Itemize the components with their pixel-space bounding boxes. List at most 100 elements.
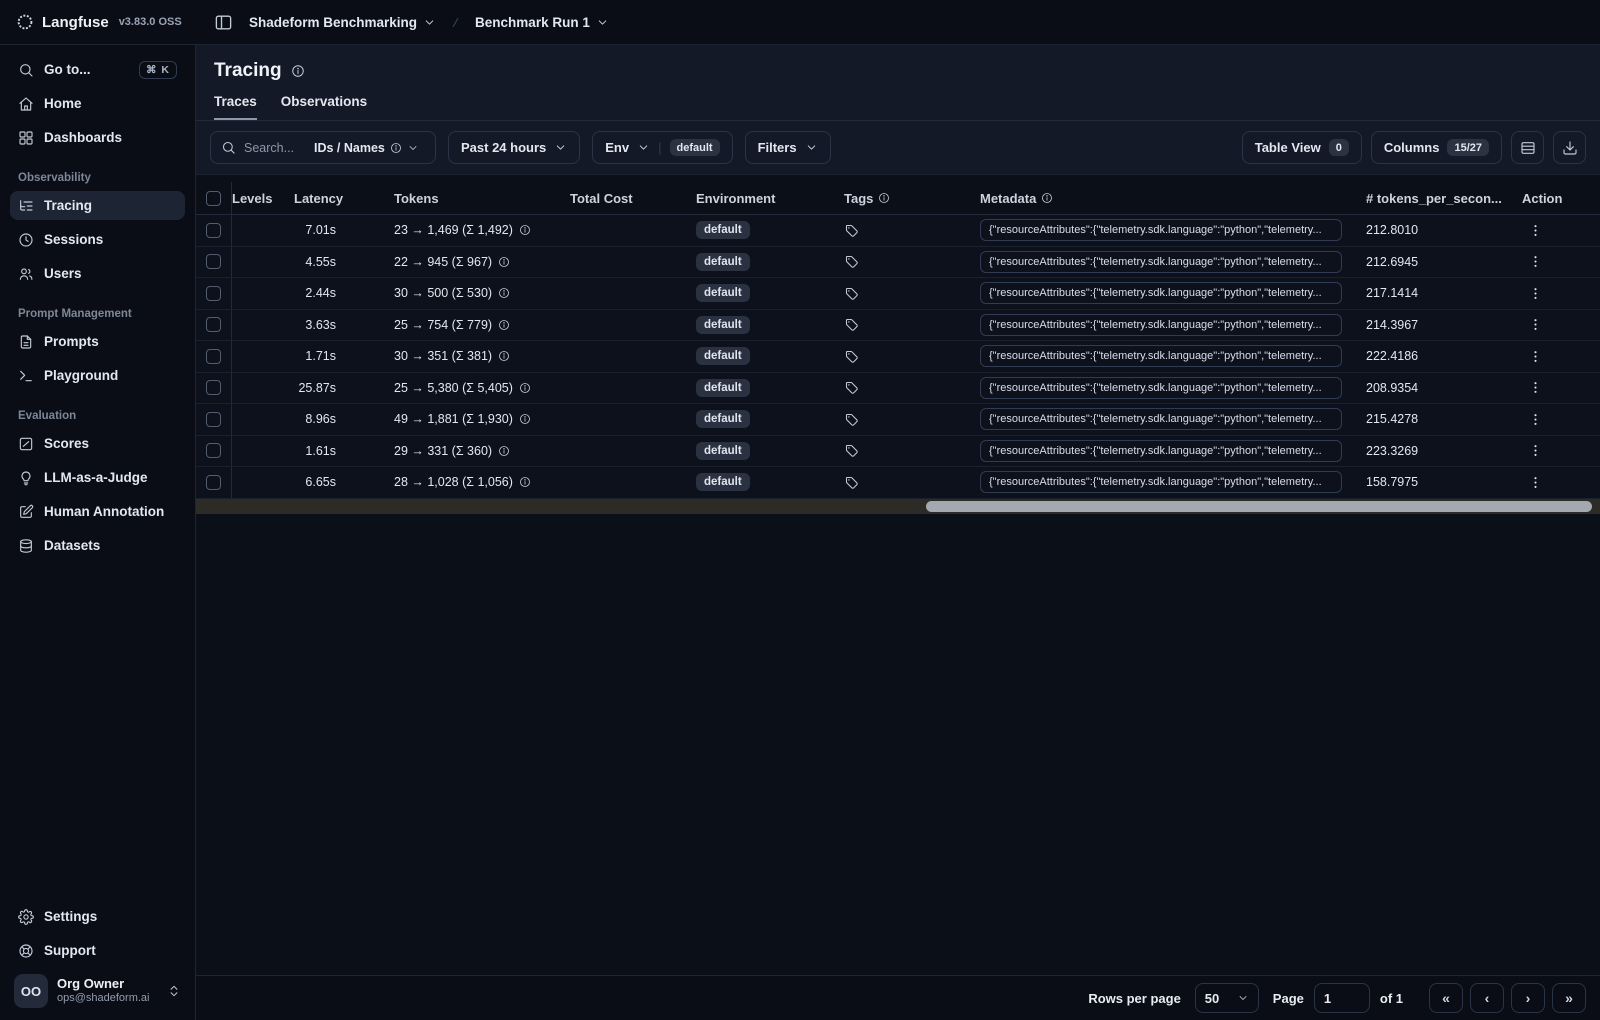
info-icon[interactable] xyxy=(498,287,510,299)
cell-latency: 2.44s xyxy=(305,286,336,301)
row-checkbox[interactable] xyxy=(206,285,221,301)
section-title-prompt-management: Prompt Management xyxy=(18,308,132,320)
metadata-preview[interactable]: {"resourceAttributes":{"telemetry.sdk.la… xyxy=(980,313,1342,336)
tag-icon[interactable] xyxy=(844,475,859,490)
info-icon[interactable] xyxy=(519,382,531,394)
first-page-button[interactable]: « xyxy=(1429,983,1463,1013)
sidebar-item-users[interactable]: Users xyxy=(10,259,185,288)
project-breadcrumb[interactable]: Benchmark Run 1 xyxy=(475,15,609,30)
row-actions-menu[interactable] xyxy=(1522,317,1549,332)
info-icon[interactable] xyxy=(519,224,531,236)
row-checkbox[interactable] xyxy=(206,317,221,333)
info-icon[interactable] xyxy=(519,413,531,425)
info-icon[interactable] xyxy=(498,256,510,268)
search-box[interactable]: IDs / Names xyxy=(210,131,436,164)
table-row[interactable]: 3.63s 25 → 754 (Σ 779) default {"resourc… xyxy=(196,309,1600,341)
row-actions-menu[interactable] xyxy=(1522,223,1549,238)
metadata-preview[interactable]: {"resourceAttributes":{"telemetry.sdk.la… xyxy=(980,282,1342,305)
sidebar-item-scores[interactable]: Scores xyxy=(10,429,185,458)
table-row[interactable]: 1.61s 29 → 331 (Σ 360) default {"resourc… xyxy=(196,435,1600,467)
tab-traces[interactable]: Traces xyxy=(214,94,257,120)
row-checkbox[interactable] xyxy=(206,443,221,459)
row-height-button[interactable] xyxy=(1511,131,1544,164)
info-icon[interactable] xyxy=(291,64,305,78)
info-icon[interactable] xyxy=(498,319,510,331)
search-scope-selector[interactable]: IDs / Names xyxy=(314,141,419,155)
user-menu[interactable]: OO Org Owner ops@shadeform.ai xyxy=(10,970,185,1008)
row-actions-menu[interactable] xyxy=(1522,380,1549,395)
previous-page-button[interactable]: ‹ xyxy=(1470,983,1504,1013)
metadata-preview[interactable]: {"resourceAttributes":{"telemetry.sdk.la… xyxy=(980,219,1342,242)
row-checkbox[interactable] xyxy=(206,254,221,270)
row-actions-menu[interactable] xyxy=(1522,443,1549,458)
info-icon[interactable] xyxy=(498,445,510,457)
sidebar-item-sessions[interactable]: Sessions xyxy=(10,225,185,254)
sidebar-toggle-button[interactable] xyxy=(209,8,237,36)
last-page-button[interactable]: » xyxy=(1552,983,1586,1013)
page-input[interactable] xyxy=(1313,983,1370,1013)
sidebar-item-settings[interactable]: Settings xyxy=(10,902,185,931)
columns-button[interactable]: Columns 15/27 xyxy=(1370,131,1502,164)
table-row[interactable]: 1.71s 30 → 351 (Σ 381) default {"resourc… xyxy=(196,341,1600,373)
table-row[interactable]: 6.65s 28 → 1,028 (Σ 1,056) default {"res… xyxy=(196,467,1600,499)
metadata-preview[interactable]: {"resourceAttributes":{"telemetry.sdk.la… xyxy=(980,408,1342,431)
sidebar-item-home[interactable]: Home xyxy=(10,89,185,118)
tab-observations[interactable]: Observations xyxy=(281,94,367,120)
sidebar-item-datasets[interactable]: Datasets xyxy=(10,531,185,560)
metadata-preview[interactable]: {"resourceAttributes":{"telemetry.sdk.la… xyxy=(980,376,1342,399)
sidebar-item-llm-as-a-judge[interactable]: LLM-as-a-Judge xyxy=(10,463,185,492)
metadata-preview[interactable]: {"resourceAttributes":{"telemetry.sdk.la… xyxy=(980,439,1342,462)
env-filter[interactable]: Env | default xyxy=(592,131,733,164)
search-icon xyxy=(20,63,33,77)
metadata-preview[interactable]: {"resourceAttributes":{"telemetry.sdk.la… xyxy=(980,471,1342,494)
row-checkbox[interactable] xyxy=(206,411,221,427)
dots-vertical-icon xyxy=(1534,256,1537,268)
tag-icon[interactable] xyxy=(844,380,859,395)
table-row[interactable]: 7.01s 23 → 1,469 (Σ 1,492) default {"res… xyxy=(196,215,1600,247)
tag-icon[interactable] xyxy=(844,286,859,301)
row-actions-menu[interactable] xyxy=(1522,349,1549,364)
sidebar-item-human-annotation[interactable]: Human Annotation xyxy=(10,497,185,526)
cell-tokens-per-second: 223.3269 xyxy=(1366,443,1419,458)
metadata-preview[interactable]: {"resourceAttributes":{"telemetry.sdk.la… xyxy=(980,345,1342,368)
scrollbar-thumb[interactable] xyxy=(926,500,1592,512)
table-view-button[interactable]: Table View 0 xyxy=(1241,131,1362,164)
tag-icon[interactable] xyxy=(844,317,859,332)
table-row[interactable]: 2.44s 30 → 500 (Σ 530) default {"resourc… xyxy=(196,278,1600,310)
tag-icon[interactable] xyxy=(844,349,859,364)
tag-icon[interactable] xyxy=(844,223,859,238)
sidebar-item-dashboards[interactable]: Dashboards xyxy=(10,123,185,152)
sidebar-item-playground[interactable]: Playground xyxy=(10,361,185,390)
tag-icon[interactable] xyxy=(844,412,859,427)
info-icon[interactable] xyxy=(519,476,531,488)
row-actions-menu[interactable] xyxy=(1522,412,1549,427)
table-row[interactable]: 4.55s 22 → 945 (Σ 967) default {"resourc… xyxy=(196,246,1600,278)
row-checkbox[interactable] xyxy=(206,380,221,396)
select-all-checkbox[interactable] xyxy=(206,190,221,206)
time-range-filter[interactable]: Past 24 hours xyxy=(448,131,581,164)
row-actions-menu[interactable] xyxy=(1522,254,1549,269)
tag-icon[interactable] xyxy=(844,443,859,458)
sidebar-item-prompts[interactable]: Prompts xyxy=(10,327,185,356)
horizontal-scrollbar[interactable] xyxy=(196,498,1600,514)
next-page-button[interactable]: › xyxy=(1511,983,1545,1013)
row-checkbox[interactable] xyxy=(206,474,221,490)
org-breadcrumb[interactable]: Shadeform Benchmarking xyxy=(249,15,436,30)
row-actions-menu[interactable] xyxy=(1522,475,1549,490)
table-row[interactable]: 25.87s 25 → 5,380 (Σ 5,405) default {"re… xyxy=(196,372,1600,404)
tag-icon[interactable] xyxy=(844,254,859,269)
info-icon xyxy=(879,193,890,203)
goto-search[interactable]: Go to... ⌘ K xyxy=(10,55,185,84)
search-input[interactable] xyxy=(244,140,306,155)
info-icon[interactable] xyxy=(498,350,510,362)
sidebar-item-tracing[interactable]: Tracing xyxy=(10,191,185,220)
metadata-preview[interactable]: {"resourceAttributes":{"telemetry.sdk.la… xyxy=(980,250,1342,273)
row-checkbox[interactable] xyxy=(206,348,221,364)
table-row[interactable]: 8.96s 49 → 1,881 (Σ 1,930) default {"res… xyxy=(196,404,1600,436)
rows-per-page-select[interactable]: 50 xyxy=(1194,983,1259,1013)
filters-button[interactable]: Filters xyxy=(744,131,831,164)
export-button[interactable] xyxy=(1553,131,1586,164)
row-actions-menu[interactable] xyxy=(1522,286,1549,301)
row-checkbox[interactable] xyxy=(206,222,221,238)
sidebar-item-support[interactable]: Support xyxy=(10,936,185,965)
